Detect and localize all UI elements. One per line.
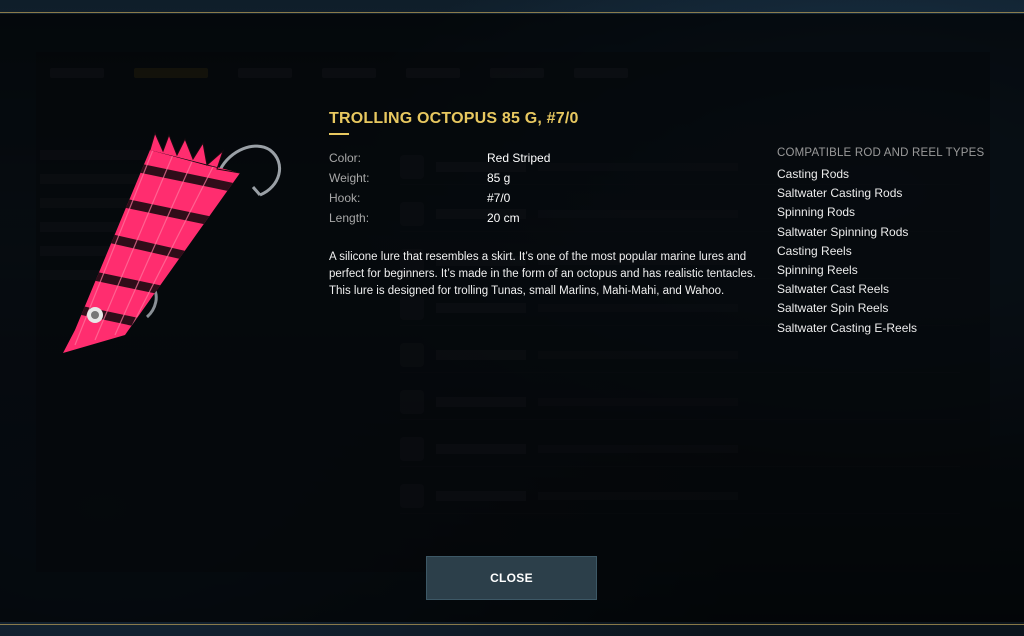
- compatible-type-item: Saltwater Casting Rods: [777, 186, 903, 201]
- compatible-types-section: COMPATIBLE ROD AND REEL TYPES Casting Ro…: [777, 147, 1017, 338]
- property-label: Color:: [329, 151, 362, 165]
- compatible-type-item: Saltwater Spinning Rods: [777, 224, 909, 239]
- top-border-line: [0, 12, 1024, 13]
- trolling-octopus-lure-image: [63, 131, 281, 353]
- compatible-type-item: Saltwater Spin Reels: [777, 301, 889, 316]
- close-button[interactable]: CLOSE: [426, 556, 597, 600]
- property-value: 20 cm: [487, 211, 520, 225]
- item-description: A silicone lure that resembles a skirt. …: [329, 251, 756, 297]
- compatible-types-list: Casting Rods Saltwater Casting Rods Spin…: [777, 165, 1017, 338]
- compatible-type-item: Spinning Rods: [777, 205, 856, 220]
- compatible-types-heading: COMPATIBLE ROD AND REEL TYPES: [777, 147, 985, 159]
- compatible-type-item: Saltwater Casting E-Reels: [777, 320, 918, 335]
- property-label: Hook:: [329, 191, 361, 205]
- item-title: TROLLING OCTOPUS 85 G, #7/0: [329, 110, 579, 127]
- property-value: Red Striped: [487, 151, 551, 165]
- property-label: Length:: [329, 211, 370, 225]
- compatible-type-item: Casting Rods: [777, 167, 850, 181]
- compatible-type-item: Saltwater Cast Reels: [777, 282, 890, 297]
- property-value: 85 g: [487, 171, 511, 185]
- title-underline: [329, 133, 349, 135]
- property-value: #7/0: [487, 191, 511, 205]
- compatible-type-item: Casting Reels: [777, 243, 852, 258]
- compatible-type-item: Spinning Reels: [777, 263, 858, 278]
- bottom-border-line: [0, 624, 1024, 625]
- property-label: Weight:: [329, 171, 370, 185]
